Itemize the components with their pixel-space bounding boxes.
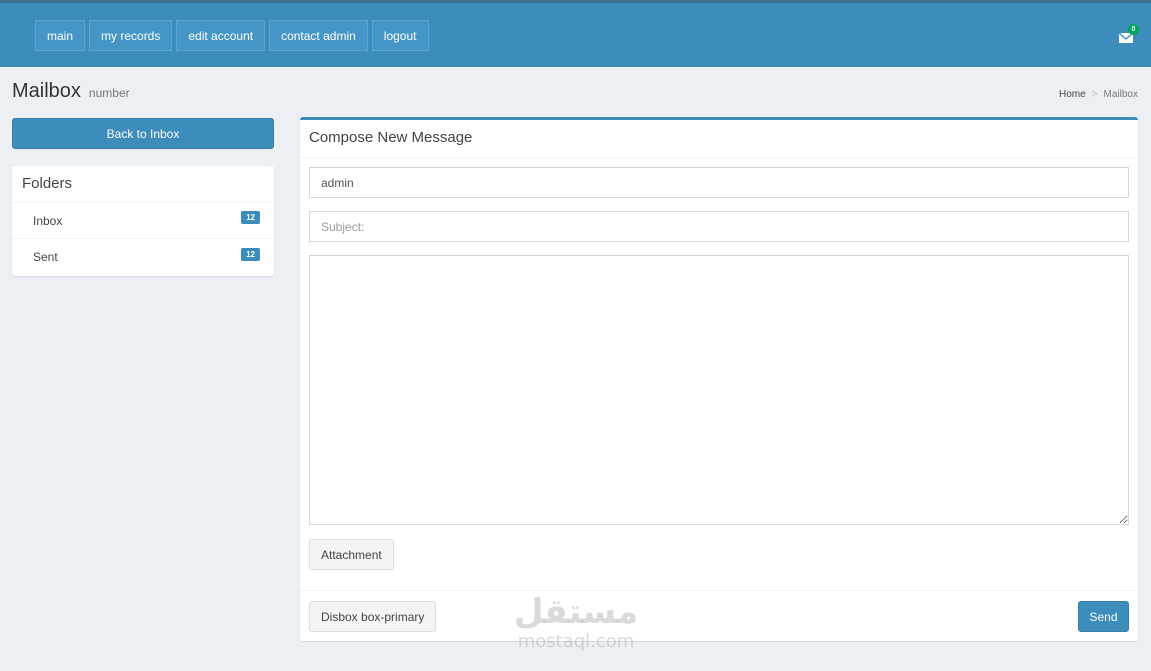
back-to-inbox-button[interactable]: Back to Inbox	[12, 118, 274, 149]
recipient-field[interactable]	[309, 167, 1129, 198]
breadcrumb-home-link[interactable]: Home	[1059, 89, 1086, 100]
folders-box: Folders Inbox 12 Sent 12	[12, 166, 274, 276]
nav-logout-button[interactable]: logout	[371, 20, 429, 51]
compose-title: Compose New Message	[300, 120, 1138, 158]
nav-edit-account-button[interactable]: edit account	[176, 20, 266, 51]
nav-main-button[interactable]: main	[35, 20, 86, 51]
folder-label: Sent	[33, 250, 58, 264]
page-subtitle: number	[88, 86, 130, 100]
page-title: Mailbox	[12, 80, 81, 102]
folder-item-sent[interactable]: Sent 12	[12, 239, 274, 275]
mail-count-badge: 0	[1128, 24, 1139, 35]
breadcrumb-current: Mailbox	[1103, 89, 1138, 100]
nav-contact-admin-button[interactable]: contact admin	[269, 20, 368, 51]
compose-box: Compose New Message Attachment Disbox bo…	[300, 117, 1138, 641]
folders-title: Folders	[12, 166, 274, 203]
message-body-textarea[interactable]	[309, 255, 1129, 525]
page-header: Mailbox number	[12, 80, 130, 103]
folder-count-badge: 12	[241, 247, 260, 261]
folder-item-inbox[interactable]: Inbox 12	[12, 203, 274, 239]
attachment-button[interactable]: Attachment	[309, 539, 394, 570]
compose-footer: Disbox box-primary Send	[300, 590, 1138, 644]
discard-button[interactable]: Disbox box-primary	[309, 601, 437, 632]
subject-field[interactable]	[309, 211, 1129, 242]
folder-label: Inbox	[33, 213, 63, 228]
nav-my-records-button[interactable]: my records	[89, 20, 173, 51]
breadcrumb-separator: >	[1091, 89, 1098, 100]
top-navbar: main my records edit account contact adm…	[0, 0, 1151, 67]
breadcrumb: Home > Mailbox	[1059, 89, 1138, 100]
nav-buttons: main my records edit account contact adm…	[35, 20, 429, 51]
send-button[interactable]: Send	[1078, 601, 1129, 632]
folder-count-badge: 12	[241, 211, 260, 224]
